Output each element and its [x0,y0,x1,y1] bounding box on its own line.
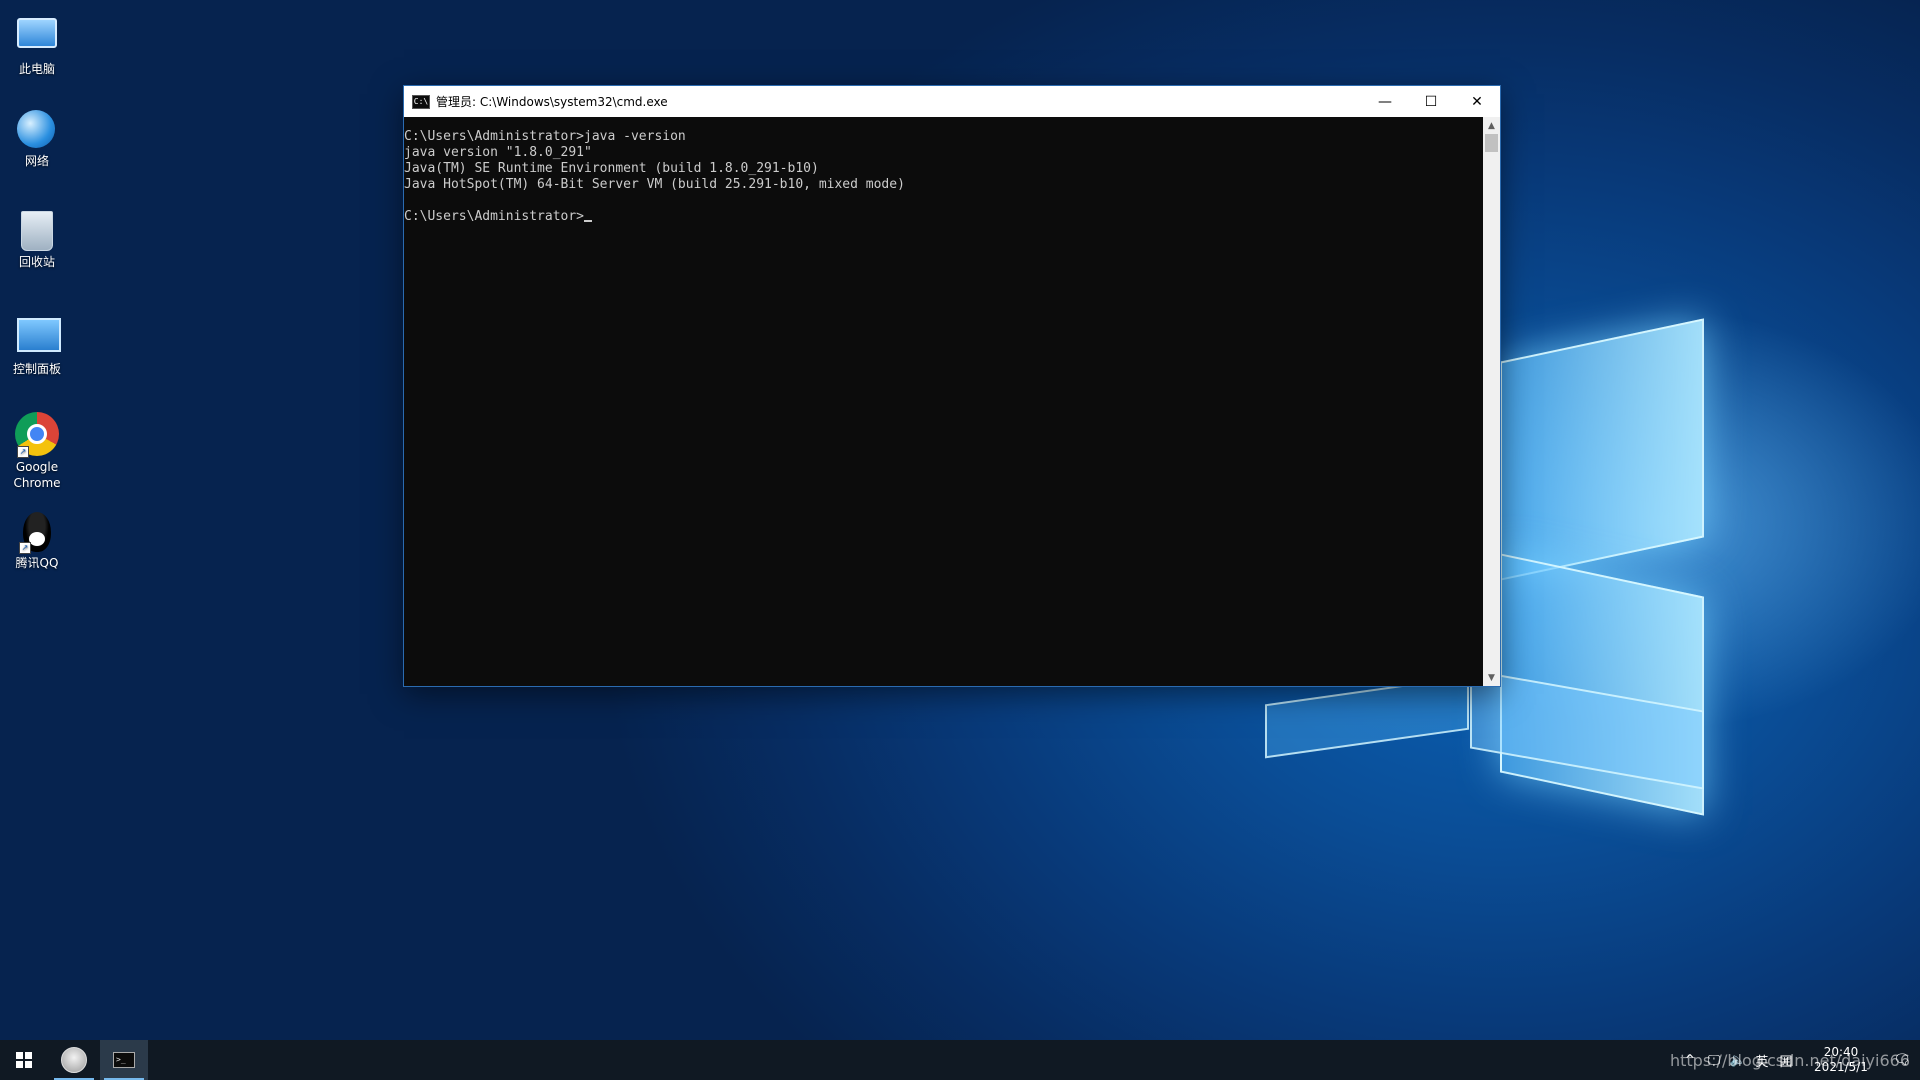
console-line: Java HotSpot(TM) 64-Bit Server VM (build… [404,177,905,192]
taskbar-app-avatar[interactable] [50,1040,98,1080]
windows-logo-icon [16,1052,32,1068]
shortcut-arrow-icon: ↗ [19,542,31,554]
cmd-window-title: 管理员: C:\Windows\system32\cmd.exe [436,95,668,109]
close-button[interactable]: ✕ [1454,86,1500,117]
cmd-window[interactable]: C:\ 管理员: C:\Windows\system32\cmd.exe — ☐… [404,86,1500,686]
scroll-up-icon[interactable]: ▲ [1483,117,1500,134]
console-output[interactable]: C:\Users\Administrator>java -version java… [404,117,1483,686]
console-prompt: C:\Users\Administrator> [404,209,585,224]
start-button[interactable] [0,1040,48,1080]
desktop-icon-label: 腾讯QQ [15,556,59,570]
cmd-icon: >_ [113,1052,135,1068]
text-cursor [584,220,593,222]
desktop-icon-label: 此电脑 [18,62,55,76]
desktop-icon-qq[interactable]: ↗ 腾讯QQ [4,512,70,571]
scrollbar-thumb[interactable] [1485,134,1498,152]
console-line: java version "1.8.0_291" [404,145,592,160]
avatar-icon [61,1047,87,1073]
scroll-down-icon[interactable]: ▼ [1483,669,1500,686]
logo-pane-top [1500,318,1704,581]
desktop-icon-label: 网络 [24,154,49,168]
watermark-text: https://blog.csdn.net/daiyi666 [1669,1051,1910,1070]
desktop-icon-label: Google Chrome [13,460,61,490]
desktop-icon-label: 控制面板 [12,362,61,376]
desktop-icon-label: 回收站 [18,255,55,269]
computer-icon [17,18,57,48]
cmd-app-icon[interactable]: C:\ [412,94,430,109]
desktop-icon-google-chrome[interactable]: ↗ Google Chrome [4,412,70,491]
console-line: C:\Users\Administrator>java -version [404,129,686,144]
control-panel-icon [17,318,61,352]
minimize-button[interactable]: — [1362,86,1408,117]
maximize-button[interactable]: ☐ [1408,86,1454,117]
shortcut-arrow-icon: ↗ [17,446,29,458]
console-line: Java(TM) SE Runtime Environment (build 1… [404,161,819,176]
vertical-scrollbar[interactable]: ▲ ▼ [1483,117,1500,686]
recycle-bin-icon [21,211,53,251]
taskbar: >_ ^ 🖵 🔈 英 囲 20:40 2021/5/1 🗨 [0,1040,1920,1080]
taskbar-app-cmd[interactable]: >_ [100,1040,148,1080]
desktop-icon-recycle-bin[interactable]: 回收站 [4,211,70,270]
network-icon [17,110,55,148]
desktop-icon-this-pc[interactable]: 此电脑 [4,10,70,77]
cmd-titlebar[interactable]: C:\ 管理员: C:\Windows\system32\cmd.exe — ☐… [404,86,1500,117]
desktop-icon-network[interactable]: 网络 [4,110,70,169]
desktop-icon-control-panel[interactable]: 控制面板 [4,312,70,377]
